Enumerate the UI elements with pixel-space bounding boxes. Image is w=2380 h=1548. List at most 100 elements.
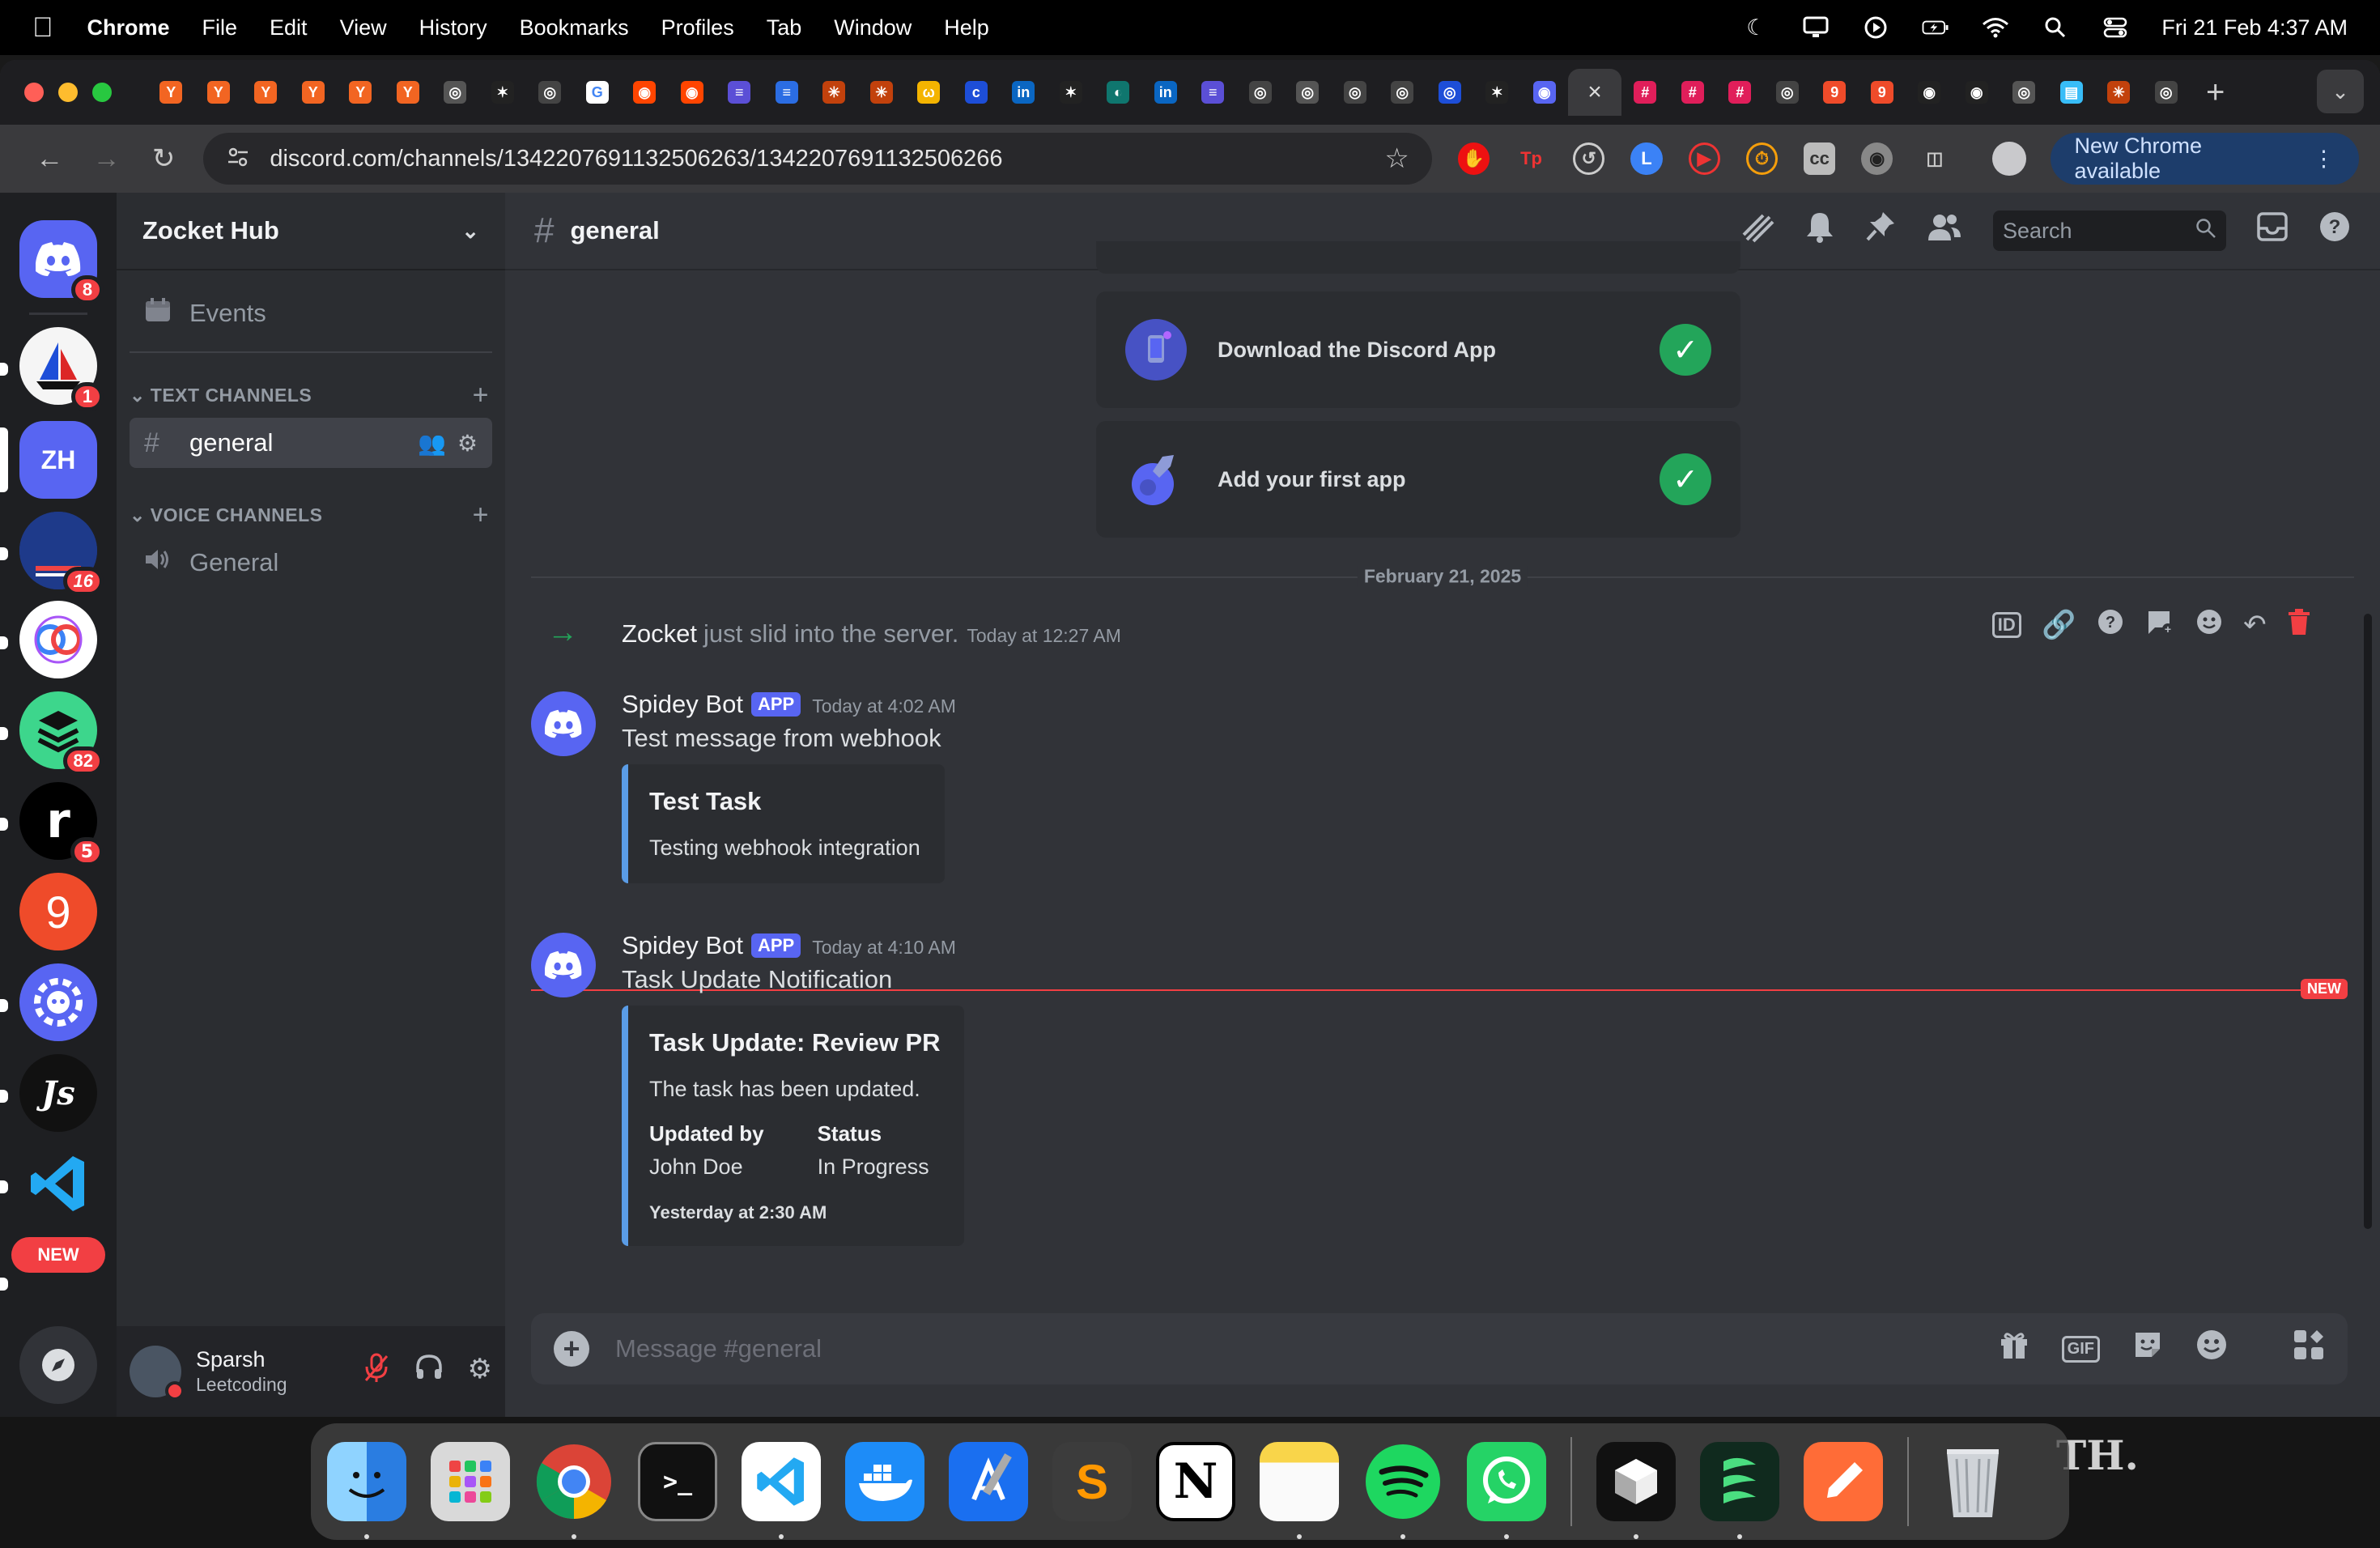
help-circle-icon[interactable]: ? bbox=[2097, 608, 2124, 643]
browser-tab[interactable]: ✶ bbox=[479, 69, 527, 116]
browser-tab[interactable]: ≡ bbox=[1189, 69, 1237, 116]
terminal-icon[interactable]: >_ bbox=[638, 1442, 717, 1521]
browser-tab[interactable]: ◉ bbox=[1906, 69, 1953, 116]
copy-link-icon[interactable]: 🔗 bbox=[2042, 609, 2076, 641]
xcode-icon[interactable] bbox=[949, 1442, 1028, 1521]
browser-tab[interactable]: # bbox=[1716, 69, 1764, 116]
browser-tab[interactable]: ◎ bbox=[1764, 69, 1812, 116]
forward-button[interactable]: → bbox=[78, 143, 134, 175]
control-center-icon[interactable] bbox=[2102, 15, 2129, 40]
back-button[interactable]: ← bbox=[21, 143, 78, 175]
finder-icon[interactable] bbox=[327, 1442, 406, 1539]
extension-tp-icon[interactable]: Tp bbox=[1515, 142, 1547, 175]
sloth-app-icon[interactable] bbox=[1700, 1442, 1779, 1539]
upload-plus-icon[interactable]: + bbox=[554, 1331, 589, 1367]
play-icon[interactable] bbox=[1862, 15, 1889, 40]
menu-chrome[interactable]: Chrome bbox=[87, 15, 170, 40]
launchpad-icon[interactable] bbox=[431, 1442, 510, 1521]
muted-microphone-icon[interactable] bbox=[363, 1353, 390, 1391]
guild-header[interactable]: Zocket Hub ⌄ bbox=[117, 193, 505, 270]
browser-tab[interactable]: ✶ bbox=[1048, 69, 1095, 116]
menu-help[interactable]: Help bbox=[944, 15, 989, 40]
browser-tab[interactable]: ◎ bbox=[1237, 69, 1285, 116]
browser-tab[interactable]: G bbox=[574, 69, 622, 116]
message-input[interactable]: Message #general bbox=[615, 1334, 1999, 1363]
extension-cc-icon[interactable]: cc bbox=[1804, 142, 1836, 175]
server-r[interactable]: r 5 bbox=[19, 782, 104, 866]
extension-l-icon[interactable]: L bbox=[1630, 142, 1663, 175]
channel-settings-gear-icon[interactable]: ⚙ bbox=[457, 430, 478, 457]
menu-edit[interactable]: Edit bbox=[270, 15, 308, 40]
menu-window[interactable]: Window bbox=[834, 15, 912, 40]
profile-avatar[interactable] bbox=[1992, 142, 2026, 176]
sticker-icon[interactable] bbox=[2132, 1329, 2163, 1368]
voice-channels-category[interactable]: ⌄ VOICE CHANNELS + bbox=[130, 499, 489, 531]
browser-tab[interactable]: ◎ bbox=[431, 69, 479, 116]
apple-menu-icon[interactable]:  bbox=[32, 12, 53, 44]
browser-tab[interactable]: # bbox=[1621, 69, 1669, 116]
moon-icon[interactable]: ☾ bbox=[1742, 15, 1770, 40]
create-invite-icon[interactable]: 👥 bbox=[418, 430, 446, 457]
browser-tab[interactable]: ≡ bbox=[763, 69, 811, 116]
bookmark-star-icon[interactable]: ☆ bbox=[1384, 142, 1409, 175]
threads-icon[interactable] bbox=[1739, 211, 1774, 251]
browser-tab[interactable]: ◎ bbox=[1426, 69, 1474, 116]
server-english-hub[interactable]: 16 bbox=[19, 512, 104, 596]
extensions-puzzle-icon[interactable]: ◫ bbox=[1919, 142, 1950, 175]
add-reaction-icon[interactable] bbox=[2195, 608, 2223, 643]
browser-tab[interactable]: ≡ bbox=[716, 69, 763, 116]
voice-channel-general[interactable]: General bbox=[130, 538, 492, 588]
user-info[interactable]: Sparsh Leetcoding bbox=[196, 1347, 287, 1396]
browser-tab[interactable]: ω bbox=[905, 69, 953, 116]
onboarding-download-card[interactable]: Download the Discord App ✓ bbox=[1096, 291, 1740, 408]
active-tab[interactable]: × bbox=[1568, 69, 1621, 116]
create-thread-icon[interactable]: + bbox=[2145, 608, 2174, 643]
events-button[interactable]: Events bbox=[130, 288, 492, 338]
app-launcher-icon[interactable] bbox=[2293, 1329, 2325, 1369]
chrome-icon[interactable] bbox=[534, 1442, 614, 1539]
browser-tab[interactable]: ◎ bbox=[526, 69, 574, 116]
browser-tab[interactable]: ◎ bbox=[2143, 69, 2191, 116]
delete-message-icon[interactable] bbox=[2287, 608, 2311, 643]
battery-icon[interactable] bbox=[1922, 15, 1949, 40]
browser-tab[interactable]: ◉ bbox=[621, 69, 669, 116]
browser-tab[interactable]: ◎ bbox=[2000, 69, 2048, 116]
chat-scrollbar[interactable] bbox=[2364, 614, 2372, 1229]
browser-tab[interactable]: ◎ bbox=[1284, 69, 1332, 116]
gif-picker-button[interactable]: GIF bbox=[2061, 1335, 2100, 1363]
sublime-text-icon[interactable]: S bbox=[1052, 1442, 1132, 1521]
help-icon[interactable]: ? bbox=[2318, 211, 2351, 251]
browser-tab[interactable]: ◎ bbox=[1379, 69, 1426, 116]
browser-tab[interactable]: ✳ bbox=[858, 69, 906, 116]
chrome-update-button[interactable]: New Chrome available ⋮ bbox=[2050, 133, 2359, 185]
site-info-icon[interactable] bbox=[226, 145, 250, 173]
more-options-icon[interactable]: ⋮ bbox=[2313, 147, 2335, 172]
emoji-picker-icon[interactable] bbox=[2195, 1329, 2228, 1369]
server-discord-gear[interactable] bbox=[19, 963, 97, 1041]
pinned-messages-icon[interactable] bbox=[1865, 211, 1896, 251]
docker-icon[interactable] bbox=[845, 1442, 924, 1521]
address-bar[interactable]: discord.com/channels/1342207691132506263… bbox=[203, 133, 1432, 185]
browser-tab[interactable]: Y bbox=[147, 69, 195, 116]
server-js[interactable]: Js bbox=[19, 1054, 97, 1132]
channel-general[interactable]: # general 👥 ⚙ bbox=[130, 418, 492, 468]
inbox-icon[interactable] bbox=[2257, 212, 2288, 249]
search-input[interactable]: Search bbox=[1993, 211, 2226, 251]
postman-icon[interactable] bbox=[1804, 1442, 1883, 1521]
browser-tab[interactable]: 9 bbox=[1811, 69, 1859, 116]
trash-icon[interactable] bbox=[1933, 1442, 2012, 1521]
message-author[interactable]: Spidey Bot bbox=[622, 690, 743, 718]
create-text-channel-icon[interactable]: + bbox=[473, 380, 489, 411]
reply-icon[interactable]: ↶ bbox=[2243, 609, 2267, 641]
menu-history[interactable]: History bbox=[419, 15, 487, 40]
discover-servers-button[interactable] bbox=[19, 1326, 97, 1404]
onboarding-add-app-card[interactable]: Add your first app ✓ bbox=[1096, 421, 1740, 538]
minimize-window-button[interactable] bbox=[58, 83, 78, 102]
extension-record-icon[interactable]: ▶ bbox=[1688, 142, 1720, 175]
browser-tab[interactable]: # bbox=[1669, 69, 1717, 116]
wifi-icon[interactable] bbox=[1982, 15, 2009, 40]
browser-tab[interactable]: ◉ bbox=[1521, 69, 1569, 116]
zoom-window-button[interactable] bbox=[92, 83, 112, 102]
bot-avatar[interactable] bbox=[531, 691, 596, 756]
menu-view[interactable]: View bbox=[340, 15, 387, 40]
